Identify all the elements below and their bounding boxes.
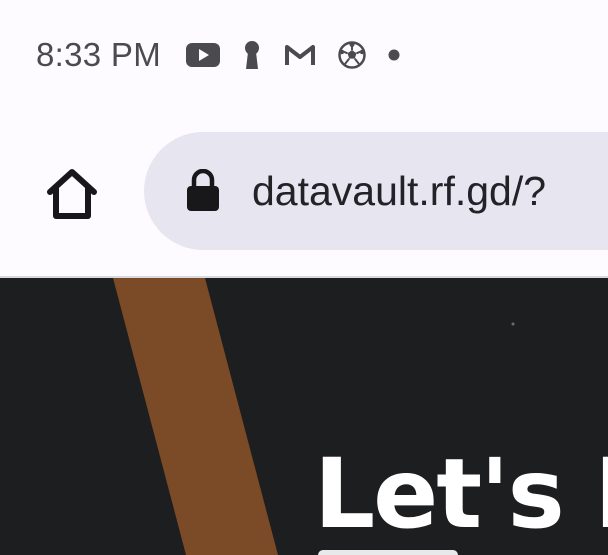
url-text[interactable]: datavault.rf.gd/? — [252, 164, 546, 218]
hero-heading: Let's M — [314, 438, 608, 550]
status-bar: 8:33 PM — [0, 0, 608, 110]
address-bar[interactable]: datavault.rf.gd/? — [144, 132, 608, 250]
browser-toolbar: datavault.rf.gd/? — [0, 110, 608, 276]
status-time: 8:33 PM — [36, 36, 161, 73]
hero-subheading-clipped — [318, 550, 458, 555]
keyhole-icon — [242, 40, 262, 70]
notification-dot-icon — [388, 40, 400, 70]
soccer-ball-icon — [338, 40, 366, 70]
home-button[interactable] — [40, 162, 104, 226]
web-page-content: Let's M — [0, 278, 608, 555]
gmail-icon — [284, 40, 316, 70]
status-icons — [186, 40, 400, 70]
home-icon — [47, 169, 97, 219]
phone-screen: 8:33 PM datavault.rf.gd/? Let's — [0, 0, 608, 555]
lock-icon[interactable] — [186, 168, 220, 216]
youtube-icon — [186, 40, 220, 70]
